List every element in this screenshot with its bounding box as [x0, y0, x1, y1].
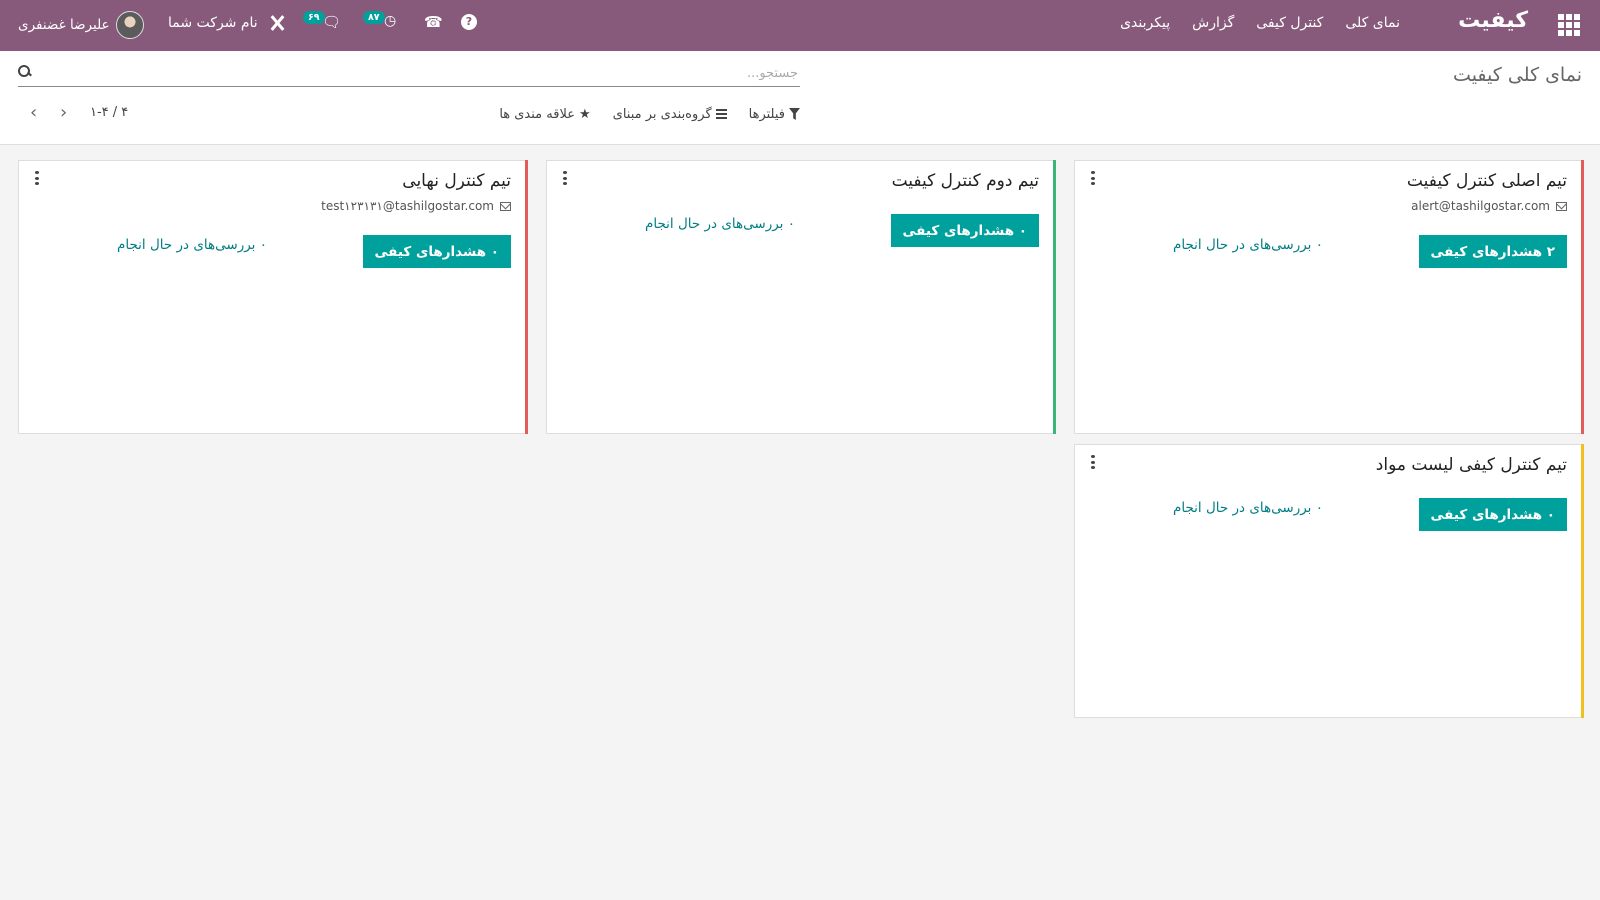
- search-icon[interactable]: [18, 65, 31, 78]
- menu-item-overview[interactable]: نمای کلی: [1345, 15, 1400, 31]
- groupby-label: گروه‌بندی بر مبنای: [612, 106, 712, 122]
- envelope-icon: [1556, 201, 1567, 211]
- card-email-text: alert@tashilgostar.com: [1411, 199, 1550, 213]
- control-panel: نمای کلی کیفیت فیلترها گروه‌بندی بر مبنا…: [0, 51, 1600, 145]
- in-progress-checks-link[interactable]: ۰ بررسی‌های در حال انجام: [1173, 237, 1323, 253]
- chat-icon[interactable]: 🗨: [322, 13, 341, 31]
- menu-item-reporting[interactable]: گزارش: [1192, 15, 1234, 31]
- star-icon: ★: [578, 106, 591, 122]
- in-progress-checks-link[interactable]: ۰ بررسی‌های در حال انجام: [117, 237, 267, 253]
- activities-badge: ۸۷: [363, 11, 385, 24]
- bars-icon: [715, 109, 727, 119]
- user-menu[interactable]: علیرضا غضنفری: [18, 10, 144, 40]
- pager-next-icon[interactable]: ›: [60, 104, 70, 122]
- pager-value[interactable]: ۱-۴ / ۴: [90, 105, 128, 120]
- help-icon[interactable]: ?: [461, 14, 477, 30]
- apps-grid-icon[interactable]: [1558, 14, 1580, 36]
- card-title: تیم کنترل نهایی: [402, 171, 511, 191]
- menu-item-quality-control[interactable]: کنترل کیفی: [1256, 15, 1323, 31]
- page-title: نمای کلی کیفیت: [1453, 64, 1582, 86]
- search-input[interactable]: [38, 61, 798, 85]
- top-navbar: کیفیت نمای کلی کنترل کیفی گزارش پیکربندی…: [0, 0, 1600, 51]
- avatar: [115, 11, 144, 39]
- quality-alerts-button[interactable]: ۲ هشدارهای کیفی: [1418, 235, 1567, 268]
- card-email: test۱۲۳۱۳۱@tashilgostar.com: [321, 199, 511, 213]
- card-title: تیم اصلی کنترل کیفیت: [1406, 171, 1567, 191]
- menu-item-configuration[interactable]: پیکربندی: [1120, 15, 1170, 31]
- card-email-text: test۱۲۳۱۳۱@tashilgostar.com: [321, 199, 494, 213]
- envelope-icon: [500, 201, 511, 211]
- quality-alerts-button[interactable]: ۰ هشدارهای کیفی: [890, 214, 1039, 247]
- quality-alerts-button[interactable]: ۰ هشدارهای کیفی: [362, 235, 511, 268]
- groupby-dropdown[interactable]: گروه‌بندی بر مبنای: [613, 104, 727, 124]
- favorites-dropdown[interactable]: ★ علاقه مندی ها: [499, 104, 590, 124]
- card-menu-icon[interactable]: [1091, 455, 1095, 469]
- team-card[interactable]: تیم اصلی کنترل کیفیت alert@tashilgostar.…: [1074, 160, 1584, 434]
- team-card[interactable]: تیم کنترل نهایی test۱۲۳۱۳۱@tashilgostar.…: [18, 160, 528, 434]
- card-menu-icon[interactable]: [563, 171, 567, 185]
- tools-icon[interactable]: [268, 12, 286, 34]
- search-options: فیلترها گروه‌بندی بر مبنای ★ علاقه مندی …: [480, 104, 800, 124]
- team-card[interactable]: تیم دوم کنترل کیفیت ۰ هشدارهای کیفی ۰ بر…: [546, 160, 1056, 434]
- pager-previous-icon[interactable]: ‹: [30, 104, 40, 122]
- filters-dropdown[interactable]: فیلترها: [749, 104, 800, 124]
- clock-icon[interactable]: ◷: [384, 13, 396, 29]
- search-bar: [18, 61, 800, 87]
- card-menu-icon[interactable]: [35, 171, 39, 185]
- app-brand[interactable]: کیفیت: [1458, 8, 1528, 33]
- filters-label: فیلترها: [748, 106, 785, 122]
- card-color-stripe: [1581, 444, 1584, 718]
- user-name: علیرضا غضنفری: [18, 17, 110, 33]
- card-color-stripe: [525, 160, 528, 434]
- team-card[interactable]: تیم کنترل کیفی لیست مواد ۰ هشدارهای کیفی…: [1074, 444, 1584, 718]
- filter-icon: [789, 108, 800, 120]
- card-title: تیم دوم کنترل کیفیت: [891, 171, 1039, 191]
- in-progress-checks-link[interactable]: ۰ بررسی‌های در حال انجام: [1173, 500, 1323, 516]
- favorites-label: علاقه مندی ها: [499, 106, 575, 122]
- phone-icon[interactable]: ☎: [424, 13, 443, 31]
- card-color-stripe: [1053, 160, 1056, 434]
- card-menu-icon[interactable]: [1091, 171, 1095, 185]
- main-menu: نمای کلی کنترل کیفی گزارش پیکربندی: [1120, 15, 1400, 31]
- card-color-stripe: [1581, 160, 1584, 434]
- card-email: alert@tashilgostar.com: [1411, 199, 1567, 213]
- in-progress-checks-link[interactable]: ۰ بررسی‌های در حال انجام: [645, 216, 795, 232]
- card-title: تیم کنترل کیفی لیست مواد: [1375, 455, 1567, 475]
- company-switcher[interactable]: نام شرکت شما: [168, 15, 258, 31]
- quality-alerts-button[interactable]: ۰ هشدارهای کیفی: [1418, 498, 1567, 531]
